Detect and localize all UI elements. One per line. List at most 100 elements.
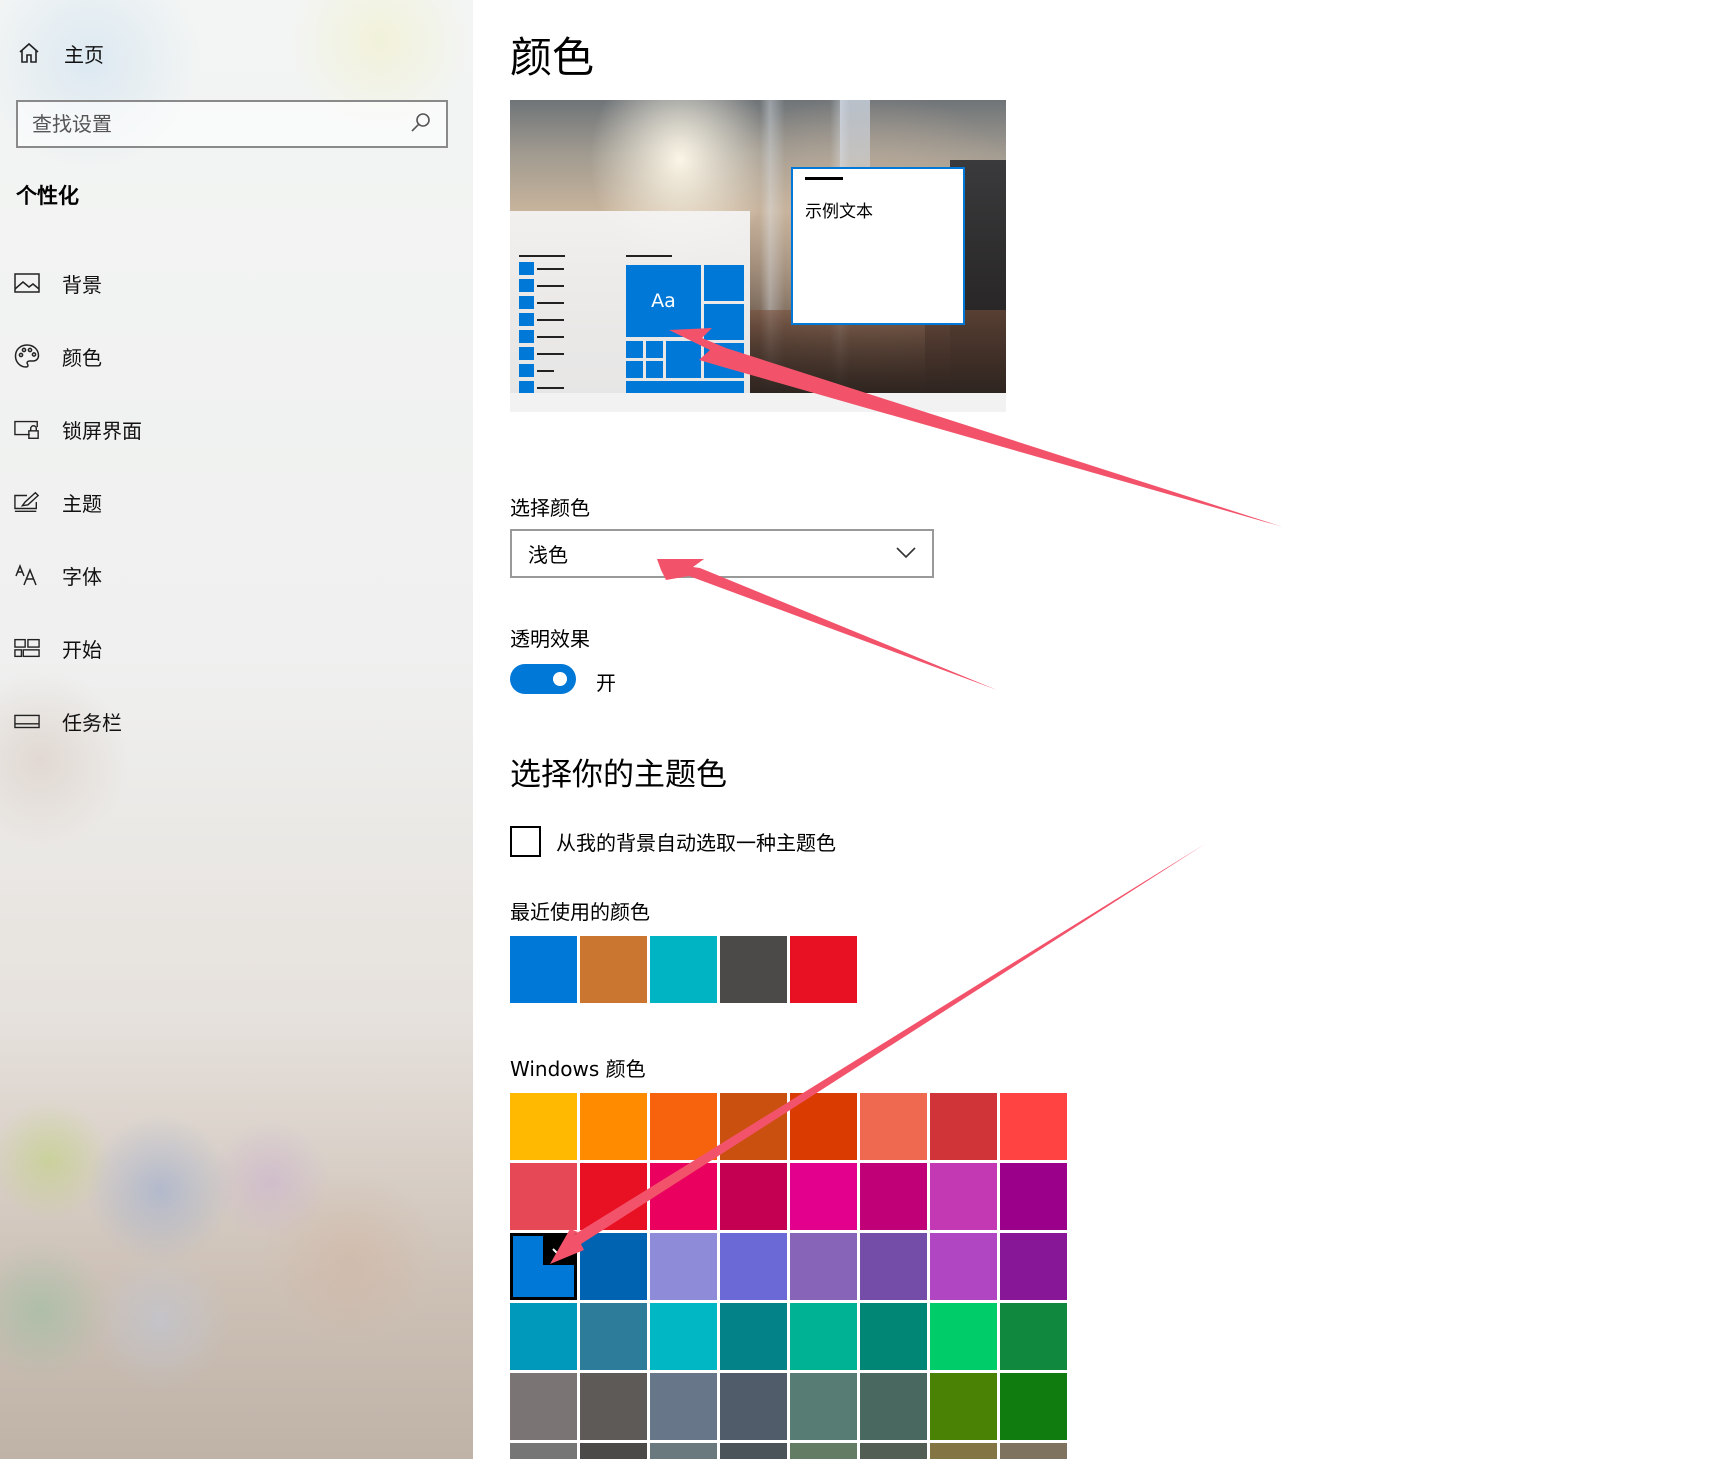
recent-color-swatch[interactable] xyxy=(720,936,787,1003)
windows-color-swatch[interactable] xyxy=(580,1163,647,1230)
windows-color-swatch[interactable] xyxy=(790,1233,857,1300)
accent-color-heading: 选择你的主题色 xyxy=(510,757,727,793)
auto-pick-label: 从我的背景自动选取一种主题色 xyxy=(556,831,836,855)
windows-color-swatch[interactable] xyxy=(580,1093,647,1160)
windows-color-swatch[interactable] xyxy=(790,1163,857,1230)
windows-color-swatch[interactable] xyxy=(720,1373,787,1440)
sidebar-item-start[interactable]: 开始 xyxy=(14,630,102,666)
windows-color-swatch[interactable] xyxy=(860,1443,927,1459)
sidebar-item-label: 锁屏界面 xyxy=(62,418,142,443)
windows-color-swatch[interactable] xyxy=(720,1303,787,1370)
windows-color-swatch[interactable] xyxy=(650,1163,717,1230)
windows-colors-label: Windows 颜色 xyxy=(510,1057,646,1081)
windows-color-swatch[interactable] xyxy=(510,1443,577,1459)
windows-color-swatch[interactable] xyxy=(650,1303,717,1370)
windows-color-swatch[interactable] xyxy=(720,1093,787,1160)
search-input[interactable] xyxy=(32,112,410,136)
preview-accent-tile: Aa xyxy=(626,265,701,337)
windows-color-swatch[interactable] xyxy=(1000,1373,1067,1440)
sidebar-item-lock-screen[interactable]: 锁屏界面 xyxy=(14,411,142,447)
windows-color-swatch[interactable] xyxy=(860,1093,927,1160)
windows-color-swatch[interactable] xyxy=(790,1443,857,1459)
windows-color-swatch[interactable] xyxy=(510,1303,577,1370)
windows-color-swatch[interactable] xyxy=(930,1373,997,1440)
windows-color-swatch[interactable] xyxy=(580,1373,647,1440)
checkmark-icon xyxy=(543,1233,577,1265)
windows-color-swatch[interactable] xyxy=(1000,1443,1067,1459)
sidebar-item-label: 背景 xyxy=(62,272,102,297)
theme-brush-icon xyxy=(14,489,40,515)
sidebar-item-taskbar[interactable]: 任务栏 xyxy=(14,703,122,739)
windows-color-swatch[interactable] xyxy=(790,1373,857,1440)
theme-preview: Aa 示例文本 xyxy=(510,100,1006,412)
recent-color-swatch[interactable] xyxy=(650,936,717,1003)
auto-pick-checkbox[interactable] xyxy=(510,826,541,857)
palette-icon xyxy=(14,343,40,369)
transparency-toggle[interactable] xyxy=(510,664,576,694)
windows-color-swatch[interactable] xyxy=(650,1233,717,1300)
windows-color-swatch[interactable] xyxy=(510,1093,577,1160)
windows-color-swatch[interactable] xyxy=(860,1303,927,1370)
windows-color-swatch[interactable] xyxy=(860,1163,927,1230)
sidebar-item-background[interactable]: 背景 xyxy=(14,265,102,301)
windows-color-swatch[interactable] xyxy=(930,1233,997,1300)
home-nav-item[interactable]: 主页 xyxy=(16,36,104,70)
choose-color-dropdown[interactable]: 浅色 xyxy=(510,529,934,578)
settings-sidebar: 主页 个性化 背景 颜色 xyxy=(0,0,473,1459)
sidebar-item-label: 字体 xyxy=(62,564,102,589)
windows-color-swatch[interactable] xyxy=(720,1233,787,1300)
windows-color-swatch[interactable] xyxy=(930,1093,997,1160)
windows-color-swatch[interactable] xyxy=(1000,1163,1067,1230)
taskbar-icon xyxy=(14,708,40,734)
sidebar-item-themes[interactable]: 主题 xyxy=(14,484,102,520)
search-icon[interactable] xyxy=(410,111,432,137)
toggle-knob xyxy=(553,672,567,686)
windows-color-swatch[interactable] xyxy=(1000,1303,1067,1370)
windows-color-swatch[interactable] xyxy=(860,1373,927,1440)
section-heading: 个性化 xyxy=(16,184,79,208)
colors-page: 颜色 Aa 示例文本 选择颜色 浅色 透明效果 开 选择你的主题色 从我的背景自… xyxy=(473,0,1729,1459)
search-box[interactable] xyxy=(16,100,448,148)
windows-color-swatch[interactable] xyxy=(580,1233,647,1300)
recent-color-swatch[interactable] xyxy=(790,936,857,1003)
windows-colors-grid xyxy=(510,1093,1067,1459)
windows-color-swatch[interactable] xyxy=(930,1443,997,1459)
recent-color-swatch[interactable] xyxy=(510,936,577,1003)
sidebar-item-label: 开始 xyxy=(62,637,102,662)
sidebar-item-colors[interactable]: 颜色 xyxy=(14,338,102,374)
sidebar-item-label: 颜色 xyxy=(62,345,102,370)
windows-color-swatch[interactable] xyxy=(1000,1093,1067,1160)
windows-color-swatch[interactable] xyxy=(930,1303,997,1370)
windows-color-swatch[interactable] xyxy=(720,1163,787,1230)
windows-color-swatch-selected[interactable] xyxy=(510,1233,577,1300)
sidebar-item-fonts[interactable]: 字体 xyxy=(14,557,102,593)
home-icon xyxy=(16,40,42,66)
chevron-down-icon xyxy=(896,544,916,563)
windows-color-swatch[interactable] xyxy=(650,1443,717,1459)
sidebar-item-label: 任务栏 xyxy=(62,710,122,735)
windows-color-swatch[interactable] xyxy=(510,1163,577,1230)
windows-color-swatch[interactable] xyxy=(510,1373,577,1440)
choose-color-value: 浅色 xyxy=(528,543,568,567)
sample-text: 示例文本 xyxy=(805,202,873,222)
windows-color-swatch[interactable] xyxy=(580,1303,647,1370)
sidebar-item-label: 主题 xyxy=(62,491,102,516)
recent-colors-grid xyxy=(510,936,857,1003)
choose-color-label: 选择颜色 xyxy=(510,496,590,520)
windows-color-swatch[interactable] xyxy=(650,1373,717,1440)
preview-sample-window: 示例文本 xyxy=(791,167,965,325)
windows-color-swatch[interactable] xyxy=(790,1303,857,1370)
recent-color-swatch[interactable] xyxy=(580,936,647,1003)
windows-color-swatch[interactable] xyxy=(790,1093,857,1160)
windows-color-swatch[interactable] xyxy=(860,1233,927,1300)
windows-color-swatch[interactable] xyxy=(650,1093,717,1160)
recent-colors-label: 最近使用的颜色 xyxy=(510,900,650,924)
lock-screen-icon xyxy=(14,416,40,442)
windows-color-swatch[interactable] xyxy=(1000,1233,1067,1300)
windows-color-swatch[interactable] xyxy=(580,1443,647,1459)
picture-icon xyxy=(14,270,40,296)
windows-color-swatch[interactable] xyxy=(720,1443,787,1459)
transparency-state: 开 xyxy=(596,671,616,695)
windows-color-swatch[interactable] xyxy=(930,1163,997,1230)
page-title: 颜色 xyxy=(510,33,595,82)
